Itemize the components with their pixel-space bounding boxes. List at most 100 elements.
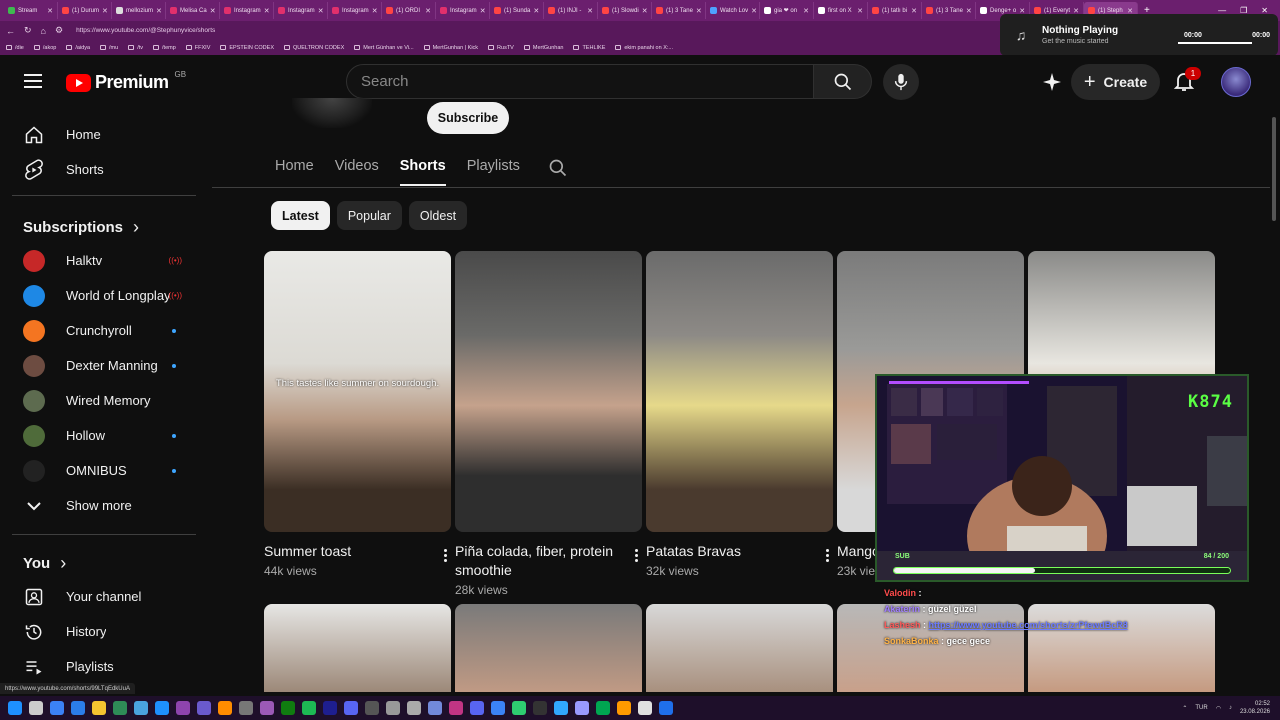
tab-close-icon[interactable]: ✕ xyxy=(642,7,648,15)
taskbar-app-icon[interactable] xyxy=(50,701,64,715)
bookmark-item[interactable]: ekim panahi on X:... xyxy=(615,45,673,51)
subscription-item[interactable]: OMNIBUS xyxy=(12,453,196,488)
taskbar-app-icon[interactable] xyxy=(323,701,337,715)
taskbar-app-icon[interactable] xyxy=(197,701,211,715)
more-options-icon[interactable] xyxy=(630,549,642,562)
taskbar-app-icon[interactable] xyxy=(365,701,379,715)
browser-tab[interactable]: Instagram ✕ xyxy=(274,2,328,19)
taskbar-app-icon[interactable] xyxy=(659,701,673,715)
subscription-item[interactable]: World of Longplays ((•)) xyxy=(12,278,196,313)
taskbar-app-icon[interactable] xyxy=(512,701,526,715)
taskbar-app-icon[interactable] xyxy=(596,701,610,715)
create-button[interactable]: + Create xyxy=(1071,64,1160,100)
chevron-up-icon[interactable]: ⌃ xyxy=(1182,705,1187,712)
bookmark-item[interactable]: /die xyxy=(6,45,24,51)
browser-tab[interactable]: mellozium ✕ xyxy=(112,2,166,19)
taskbar-app-icon[interactable] xyxy=(239,701,253,715)
sidebar-item-playlists[interactable]: Playlists xyxy=(12,649,196,684)
bookmark-item[interactable]: Mert Günhan ve Vi... xyxy=(354,45,414,51)
search-input[interactable]: Search xyxy=(346,64,814,99)
reload-icon[interactable]: ↻ xyxy=(24,25,32,36)
subscriptions-heading[interactable]: Subscriptions › xyxy=(23,217,139,238)
browser-tab[interactable]: (1) Durum ✕ xyxy=(58,2,112,19)
tab-close-icon[interactable]: ✕ xyxy=(857,7,863,15)
tab-home[interactable]: Home xyxy=(275,158,314,186)
chip-popular[interactable]: Popular xyxy=(336,201,402,230)
taskbar-app-icon[interactable] xyxy=(302,701,316,715)
tab-close-icon[interactable]: ✕ xyxy=(803,7,809,15)
browser-tab[interactable]: first on X ✕ xyxy=(814,2,868,19)
taskbar-app-icon[interactable] xyxy=(92,701,106,715)
chip-latest[interactable]: Latest xyxy=(271,201,330,230)
short-card[interactable]: Patatas Bravas 32k views xyxy=(646,251,833,578)
tab-close-icon[interactable]: ✕ xyxy=(264,7,270,15)
taskbar-app-icon[interactable] xyxy=(281,701,295,715)
bookmark-item[interactable]: QUELTRON CODEX xyxy=(284,45,344,51)
taskbar-app-icon[interactable] xyxy=(134,701,148,715)
bookmark-item[interactable]: MertGunhan | Kick xyxy=(423,45,478,51)
tab-close-icon[interactable]: ✕ xyxy=(480,7,486,15)
bookmark-item[interactable]: /akop xyxy=(33,45,56,51)
short-thumbnail[interactable]: This tastes like summer on sourdough. xyxy=(264,251,451,532)
taskbar-app-icon[interactable] xyxy=(29,701,43,715)
browser-tab[interactable]: Melisa Ca ✕ xyxy=(166,2,220,19)
short-title[interactable]: Piña colada, fiber, protein smoothie xyxy=(455,542,615,580)
short-card[interactable]: Piña colada, fiber, protein smoothie 28k … xyxy=(455,251,642,597)
tab-close-icon[interactable]: ✕ xyxy=(911,7,917,15)
bookmark-item[interactable]: RusTV xyxy=(488,45,514,51)
taskbar-app-icon[interactable] xyxy=(71,701,85,715)
taskbar-app-icon[interactable] xyxy=(617,701,631,715)
chat-username[interactable]: Valodin xyxy=(884,588,916,598)
subscription-item[interactable]: Crunchyroll xyxy=(12,313,196,348)
taskbar-app-icon[interactable] xyxy=(218,701,232,715)
browser-tab[interactable]: Stream ✕ xyxy=(4,2,58,19)
tab-close-icon[interactable]: ✕ xyxy=(372,7,378,15)
media-progress[interactable] xyxy=(1178,42,1252,44)
chat-username[interactable]: Lashesh xyxy=(884,620,921,630)
site-info-icon[interactable]: ⚙ xyxy=(55,25,63,36)
search-button[interactable] xyxy=(814,64,872,99)
browser-tab[interactable]: Instagram ✕ xyxy=(220,2,274,19)
browser-tab[interactable]: (1) Slowdi ✕ xyxy=(598,2,652,19)
tab-close-icon[interactable]: ✕ xyxy=(210,7,216,15)
voice-search-button[interactable] xyxy=(883,64,919,100)
short-thumbnail[interactable] xyxy=(264,604,451,692)
subscription-item[interactable]: Halktv ((•)) xyxy=(12,243,196,278)
subscription-item[interactable]: Hollow xyxy=(12,418,196,453)
wifi-icon[interactable]: ◠ xyxy=(1216,705,1221,712)
taskbar-app-icon[interactable] xyxy=(113,701,127,715)
volume-icon[interactable]: ♪ xyxy=(1229,705,1232,711)
ai-sparkle-button[interactable] xyxy=(1040,70,1064,94)
browser-tab[interactable]: gia ❤ on ✕ xyxy=(760,2,814,19)
taskbar-app-icon[interactable] xyxy=(260,701,274,715)
clock[interactable]: 02:52 23.08.2026 xyxy=(1240,700,1270,716)
tab-close-icon[interactable]: ✕ xyxy=(318,7,324,15)
tab-shorts[interactable]: Shorts xyxy=(399,158,446,186)
more-options-icon[interactable] xyxy=(439,549,451,562)
browser-tab[interactable]: Instagram ✕ xyxy=(436,2,490,19)
bookmark-item[interactable]: /temp xyxy=(153,45,176,51)
tab-close-icon[interactable]: ✕ xyxy=(533,7,539,15)
tab-close-icon[interactable]: ✕ xyxy=(696,7,702,15)
tab-close-icon[interactable]: ✕ xyxy=(47,7,53,15)
taskbar-app-icon[interactable] xyxy=(386,701,400,715)
url-field[interactable]: https://www.youtube.com/@Stephunyvice/sh… xyxy=(76,27,215,34)
subscription-item[interactable]: Wired Memory xyxy=(12,383,196,418)
short-thumbnail[interactable] xyxy=(646,604,833,692)
tab-close-icon[interactable]: ✕ xyxy=(156,7,162,15)
channel-search-button[interactable] xyxy=(548,158,568,183)
channel-avatar[interactable] xyxy=(292,98,372,128)
bookmark-item[interactable]: FFXIV xyxy=(185,45,210,51)
browser-tab[interactable]: Watch Lov ✕ xyxy=(706,2,760,19)
taskbar-app-icon[interactable] xyxy=(449,701,463,715)
sidebar-item-your-channel[interactable]: Your channel xyxy=(12,579,196,614)
sidebar-item-shorts[interactable]: Shorts xyxy=(12,152,196,187)
chat-username[interactable]: SonkaBonka xyxy=(884,636,939,646)
show-more-button[interactable]: Show more xyxy=(12,488,196,523)
you-heading[interactable]: You › xyxy=(23,553,66,574)
taskbar-app-icon[interactable] xyxy=(533,701,547,715)
more-options-icon[interactable] xyxy=(821,549,833,562)
tab-close-icon[interactable]: ✕ xyxy=(966,7,972,15)
taskbar-app-icon[interactable] xyxy=(575,701,589,715)
menu-icon[interactable] xyxy=(24,74,42,88)
